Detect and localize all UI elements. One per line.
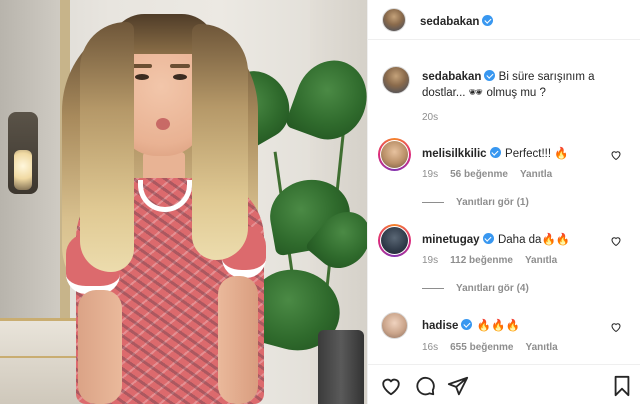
reply-button[interactable]: Yanıtla [525,255,557,266]
comment-like-heart-icon[interactable] [610,235,622,247]
replies-divider [422,287,444,289]
view-replies-label[interactable]: Yanıtları gör (1) [456,197,529,208]
comment-text: 🔥🔥🔥 [476,320,520,332]
bookmark-icon[interactable] [611,375,633,397]
comment-username[interactable]: hadise [422,320,458,332]
author-name-row: sedabakan [420,12,494,30]
comment-time: 16s [422,342,439,353]
lips [156,118,170,130]
comment-like-heart-icon[interactable] [610,321,622,333]
author-username[interactable]: sedabakan [420,16,479,28]
post-header: sedabakan [368,0,640,40]
comment-meta: 19s 112 beğenme Yanıtla [422,255,569,266]
caption: sedabakan Bi süre sarışınım a dostlar...… [422,69,622,101]
comment-avatar[interactable] [381,312,408,339]
comment-avatar[interactable] [381,141,408,168]
reply-button[interactable]: Yanıtla [526,342,558,353]
eye-right [173,74,187,80]
author-avatar[interactable] [382,8,406,32]
verified-badge-icon [482,233,494,244]
comment-row: hadise 🔥🔥🔥 [422,316,520,334]
comment-likes[interactable]: 112 beğenme [450,255,513,266]
view-replies[interactable]: Yanıtları gör (4) [422,283,529,294]
replies-divider [422,201,444,203]
shelf-line [0,356,84,358]
verified-badge-icon [489,147,501,158]
caption-timestamp: 20s [422,112,439,123]
comment-text: Perfect!!! 🔥 [505,148,569,160]
view-replies[interactable]: Yanıtları gör (1) [422,197,529,208]
comment-username[interactable]: minetugay [422,234,480,246]
post-side-panel: sedabakan sedabakan Bi süre sarışınım a … [367,0,640,404]
comment-avatar[interactable] [381,227,408,254]
action-bar [368,364,640,404]
post-photo[interactable] [0,0,367,404]
share-icon[interactable] [447,375,469,397]
heart-icon[interactable] [380,375,402,397]
comment-username[interactable]: melisilkkilic [422,148,487,160]
eye-left [135,74,149,80]
hair-strand-left [80,22,134,272]
eyebrow-right [170,64,190,68]
arm-left [78,290,122,404]
comment-likes[interactable]: 56 beğenme [450,169,508,180]
verified-badge-icon [482,15,494,26]
plant-pot [318,330,364,404]
reply-button[interactable]: Yanıtla [520,169,552,180]
verified-badge-icon [484,70,496,81]
caption-time: 20s [422,112,450,123]
shelf [0,318,84,404]
comment-meta: 19s 56 beğenme Yanıtla [422,169,564,180]
comment-like-heart-icon[interactable] [610,149,622,161]
comment-time: 19s [422,255,439,266]
view-replies-label[interactable]: Yanıtları gör (4) [456,283,529,294]
verified-badge-icon [461,319,473,330]
lamp-glow [14,150,32,190]
comment-meta: 16s 655 beğenme Yanıtla [422,342,570,353]
arm-right [218,276,258,404]
comment-row: minetugay Daha da🔥🔥 [422,230,570,248]
comment-likes[interactable]: 655 beğenme [450,342,513,353]
caption-username[interactable]: sedabakan [422,71,481,83]
comment-row: melisilkkilic Perfect!!! 🔥 [422,144,569,162]
comment-icon[interactable] [414,375,436,397]
comment-time: 19s [422,169,439,180]
eyebrow-left [132,64,152,68]
comment-text: Daha da🔥🔥 [497,234,571,246]
caption-avatar[interactable] [382,66,410,94]
hair-strand-right [192,24,248,260]
